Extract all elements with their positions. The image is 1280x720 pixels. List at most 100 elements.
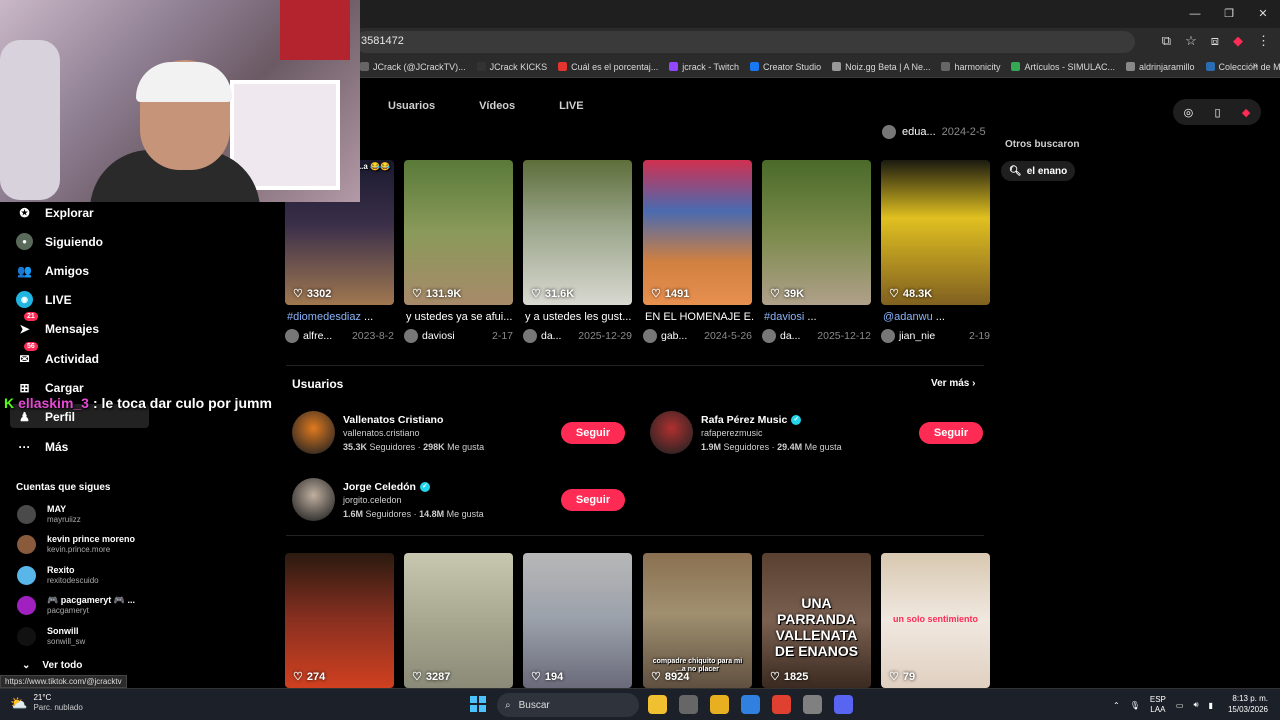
- bookmark-item[interactable]: Colección de M_blei...: [1205, 62, 1280, 72]
- network-icon[interactable]: ▭: [1176, 701, 1184, 710]
- taskbar-app-icon[interactable]: [741, 695, 760, 714]
- start-button[interactable]: [470, 696, 486, 712]
- sidebar-item-actividad[interactable]: ✉ 56 Actividad: [16, 342, 99, 367]
- following-account[interactable]: Rexito rexitodescuido: [17, 565, 99, 585]
- taskbar-app-icon[interactable]: [648, 695, 667, 714]
- sidebar-item-live[interactable]: ◉ LIVE: [16, 291, 72, 308]
- avatar[interactable]: [292, 411, 335, 454]
- tab-live[interactable]: LIVE: [559, 100, 583, 112]
- clock-time: 8:13 p. m.: [1232, 694, 1268, 703]
- video-caption[interactable]: @adanwu ...: [883, 311, 992, 323]
- video-caption[interactable]: #diomedesdiaz ...: [287, 311, 396, 323]
- caption-hashtag[interactable]: #diomedesdiaz: [287, 311, 361, 323]
- bookmark-item[interactable]: Artículos - SIMULAC...: [1011, 62, 1115, 72]
- sidebar-item-cargar[interactable]: ⊞ Cargar: [16, 379, 83, 396]
- video-caption[interactable]: #daviosi ...: [764, 311, 873, 323]
- chevron-up-icon[interactable]: ⌃: [1113, 701, 1120, 710]
- caption-hashtag[interactable]: @adanwu: [883, 311, 933, 323]
- caption-hashtag[interactable]: #daviosi: [764, 311, 804, 323]
- taskbar-app-icon[interactable]: [772, 695, 791, 714]
- taskbar-app-icon[interactable]: [679, 695, 698, 714]
- following-account[interactable]: Sonwill sonwill_sw: [17, 626, 85, 646]
- volume-icon[interactable]: 🔊︎: [1193, 700, 1198, 710]
- cast-icon[interactable]: ⧉: [1162, 33, 1171, 49]
- bookmark-star-icon[interactable]: ☆: [1185, 33, 1197, 49]
- video-thumbnail[interactable]: un solo sentimiento ♡ 79: [881, 553, 990, 688]
- sidebar-item-amigos[interactable]: 👥 Amigos: [16, 262, 89, 279]
- user-card[interactable]: Vallenatos Cristiano vallenatos.cristiano…: [292, 411, 484, 454]
- bookmark-item[interactable]: JCrack KICKS: [476, 62, 547, 72]
- minimize-button[interactable]: —: [1178, 0, 1212, 28]
- bookmark-item[interactable]: Noiz.gg Beta | A Ne...: [832, 62, 930, 72]
- bookmarks-more-button[interactable]: »: [1252, 60, 1258, 71]
- bookmark-item[interactable]: jcrack - Twitch: [669, 62, 739, 72]
- sidebar-item-explorar[interactable]: ✪ Explorar: [16, 204, 93, 221]
- see-more-link[interactable]: Ver más ›: [931, 378, 976, 389]
- video-caption[interactable]: y ustedes ya se afui...: [406, 311, 515, 323]
- language-indicator[interactable]: ESP LAA: [1150, 695, 1166, 715]
- video-author[interactable]: da...: [541, 330, 561, 342]
- url-field[interactable]: 3581472: [355, 31, 1135, 53]
- bookmark-item[interactable]: harmonicity: [941, 62, 1000, 72]
- battery-icon[interactable]: ▮: [1208, 701, 1212, 710]
- tab-usuarios[interactable]: Usuarios: [388, 100, 435, 112]
- follow-button[interactable]: Seguir: [561, 489, 625, 511]
- user-card[interactable]: Rafa Pérez Music ✓ rafaperezmusic 1.9M Segu…: [650, 411, 842, 454]
- user-name[interactable]: Jorge Celedón ✓: [343, 481, 484, 493]
- sidebar-item-siguiendo[interactable]: ● Siguiendo: [16, 233, 103, 250]
- user-name[interactable]: Rafa Pérez Music ✓: [701, 414, 842, 426]
- taskbar-app-icon[interactable]: [710, 695, 729, 714]
- video-thumbnail[interactable]: ♡ 194: [523, 553, 632, 688]
- sidebar-item-label: Perfil: [45, 409, 76, 424]
- following-account[interactable]: MAY mayruiizz: [17, 504, 81, 524]
- clock[interactable]: 8:13 p. m. 15/03/2026: [1228, 693, 1268, 715]
- extensions-icon[interactable]: ⧈: [1211, 33, 1219, 49]
- video-thumbnail[interactable]: ♡ 39K: [762, 160, 871, 305]
- taskbar-app-icon[interactable]: [834, 695, 853, 714]
- video-author[interactable]: gab...: [661, 330, 687, 342]
- sidebar-item-más[interactable]: ··· Más: [16, 438, 69, 455]
- tab-videos[interactable]: Vídeos: [479, 100, 515, 112]
- video-thumbnail[interactable]: ♡ 131.9K: [404, 160, 513, 305]
- video-thumbnail[interactable]: ♡ 3287: [404, 553, 513, 688]
- following-account[interactable]: 🎮 pacgameryt 🎮 ... pacgameryt: [17, 595, 135, 615]
- user-card[interactable]: Jorge Celedón ✓ jorgito.celedon 1.6M Seguid…: [292, 478, 484, 521]
- taskbar-search[interactable]: ⌕ Buscar: [497, 693, 639, 717]
- video-thumbnail[interactable]: ♡ 1491: [643, 160, 752, 305]
- see-all-following-link[interactable]: ⌄ Ver todo: [22, 660, 82, 671]
- video-thumbnail[interactable]: UNA PARRANDA VALLENATA DE ENANOS ♡ 1825: [762, 553, 871, 688]
- user-name[interactable]: Vallenatos Cristiano: [343, 414, 484, 426]
- following-account[interactable]: kevin prince moreno kevin.prince.more: [17, 534, 135, 554]
- video-caption[interactable]: y a ustedes les gust...: [525, 311, 634, 323]
- taskbar-app-icon[interactable]: [803, 695, 822, 714]
- menu-kebab-icon[interactable]: ⋮: [1257, 33, 1270, 49]
- video-thumbnail[interactable]: compadre chiquito para mi ...a no placer…: [643, 553, 752, 688]
- avatar[interactable]: [650, 411, 693, 454]
- follow-button[interactable]: Seguir: [919, 422, 983, 444]
- profile-avatar-icon[interactable]: ◆: [1233, 33, 1243, 49]
- weather-widget[interactable]: ⛅ 21°C Parc. nublado: [10, 693, 83, 713]
- user-avatar-icon[interactable]: ◆: [1242, 106, 1250, 119]
- video-thumbnail[interactable]: ♡ 274: [285, 553, 394, 688]
- video-author[interactable]: da...: [780, 330, 800, 342]
- microphone-icon[interactable]: 🎙︎: [1130, 701, 1140, 710]
- device-icon[interactable]: ▯: [1215, 106, 1221, 119]
- coins-icon[interactable]: ◎: [1184, 106, 1194, 119]
- others-searched-chip[interactable]: 🔍︎ el enano: [1001, 161, 1076, 181]
- restore-button[interactable]: ❐: [1212, 0, 1246, 28]
- bookmark-item[interactable]: Creator Studio: [750, 62, 821, 72]
- bookmark-item[interactable]: aldrinjaramillo: [1126, 62, 1195, 72]
- video-author[interactable]: daviosi: [422, 330, 455, 342]
- video-thumbnail[interactable]: ♡ 31.6K: [523, 160, 632, 305]
- video-author[interactable]: jian_nie: [899, 330, 935, 342]
- video-author[interactable]: alfre...: [303, 330, 332, 342]
- sidebar-item-mensajes[interactable]: ➤ 21 Mensajes: [16, 312, 99, 337]
- bookmark-item[interactable]: JCrack (@JCrackTV)...: [360, 62, 466, 72]
- avatar[interactable]: [292, 478, 335, 521]
- video-caption[interactable]: EN EL HOMENAJE E...: [645, 311, 754, 323]
- video-thumbnail[interactable]: ♡ 48.3K: [881, 160, 990, 305]
- previous-row-user[interactable]: edua...: [902, 126, 936, 138]
- follow-button[interactable]: Seguir: [561, 422, 625, 444]
- bookmark-item[interactable]: Cuál es el porcentaj...: [558, 62, 658, 72]
- close-window-button[interactable]: ✕: [1246, 0, 1280, 28]
